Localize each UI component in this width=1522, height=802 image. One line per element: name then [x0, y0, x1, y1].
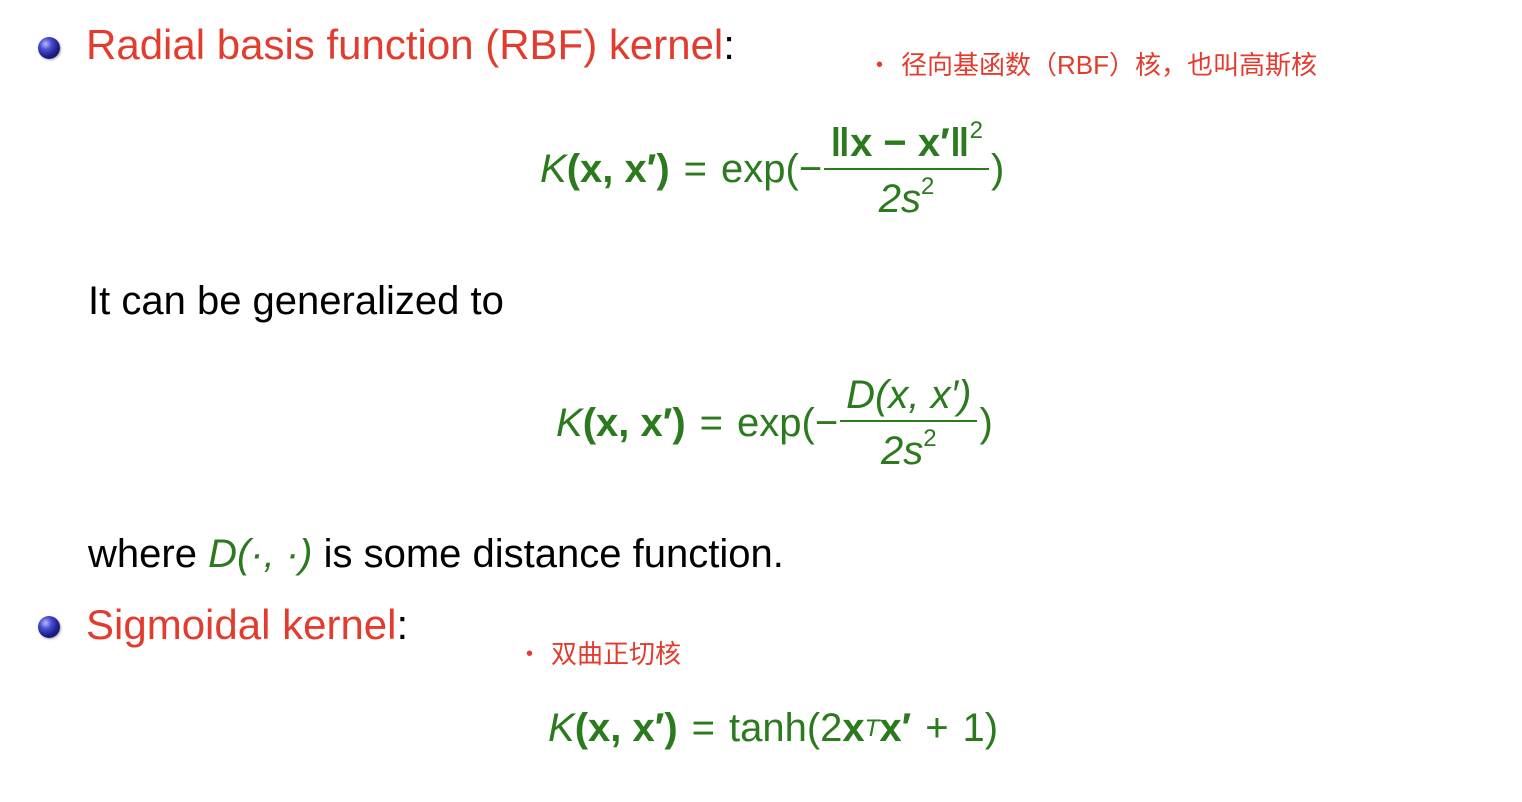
- formula-args: (x, x′): [574, 706, 678, 750]
- formula-K: K: [548, 706, 575, 750]
- formula-args: (x, x′): [582, 400, 686, 445]
- formula-fraction: D(x, x′) 2s2: [840, 374, 978, 473]
- formula-one: 1): [962, 706, 999, 750]
- rbf-heading-colon: :: [723, 21, 735, 68]
- formula-numerator: ‖x − x′‖2: [824, 118, 990, 170]
- sigmoid-note-text: 双曲正切核: [551, 639, 682, 669]
- rbf-formula: K (x, x′) = exp(− ‖x − x′‖2 2s2 ): [540, 118, 1004, 220]
- sigmoid-formula: K (x, x′) = tanh(2 xT x′ + 1): [548, 706, 998, 751]
- formula-x: x: [842, 706, 865, 750]
- formula-K: K: [556, 400, 583, 445]
- formula-equals: =: [691, 706, 715, 750]
- formula-denominator: 2s2: [878, 173, 935, 221]
- sigmoid-heading: Sigmoidal kernel:: [86, 601, 408, 649]
- generalized-formula: K (x, x′) = exp(− D(x, x′) 2s2 ): [556, 374, 993, 472]
- formula-close: ): [979, 400, 993, 445]
- formula-exp: exp(−: [737, 400, 839, 445]
- where-prefix: where: [88, 532, 209, 576]
- rbf-heading: Radial basis function (RBF) kernel:: [86, 21, 735, 69]
- note-bullet-icon: •: [876, 54, 884, 76]
- formula-fraction: ‖x − x′‖2 2s2: [824, 118, 990, 221]
- formula-tanh: tanh(2: [729, 706, 843, 750]
- sigmoid-heading-text: Sigmoidal kernel: [86, 601, 397, 648]
- formula-numerator: D(x, x′): [840, 374, 978, 422]
- formula-equals: =: [699, 400, 723, 445]
- formula-xprime: x′: [879, 706, 912, 750]
- where-suffix: is some distance function.: [312, 532, 784, 576]
- bullet-icon: [38, 616, 60, 638]
- rbf-note: • 径向基函数（RBF）核，也叫高斯核: [876, 45, 1317, 82]
- rbf-note-text: 径向基函数（RBF）核，也叫高斯核: [901, 50, 1318, 80]
- formula-transpose: T: [864, 714, 880, 742]
- bullet-icon: [38, 37, 60, 59]
- sigmoid-note: • 双曲正切核: [526, 634, 681, 671]
- formula-denominator: 2s2: [881, 425, 937, 473]
- rbf-heading-text: Radial basis function (RBF) kernel: [86, 21, 724, 68]
- sigmoid-heading-colon: :: [396, 601, 409, 648]
- generalized-text: It can be generalized to: [88, 279, 504, 323]
- note-bullet-icon: •: [526, 643, 534, 665]
- formula-args: (x, x′): [566, 146, 670, 191]
- distance-symbol: D(·, ·): [208, 532, 313, 576]
- formula-K: K: [540, 146, 567, 191]
- formula-plus: +: [925, 706, 949, 750]
- formula-close: ): [991, 146, 1005, 191]
- formula-equals: =: [683, 146, 707, 191]
- where-text: where D(·, ·) is some distance function.: [88, 532, 784, 577]
- formula-exp: exp(−: [721, 146, 823, 191]
